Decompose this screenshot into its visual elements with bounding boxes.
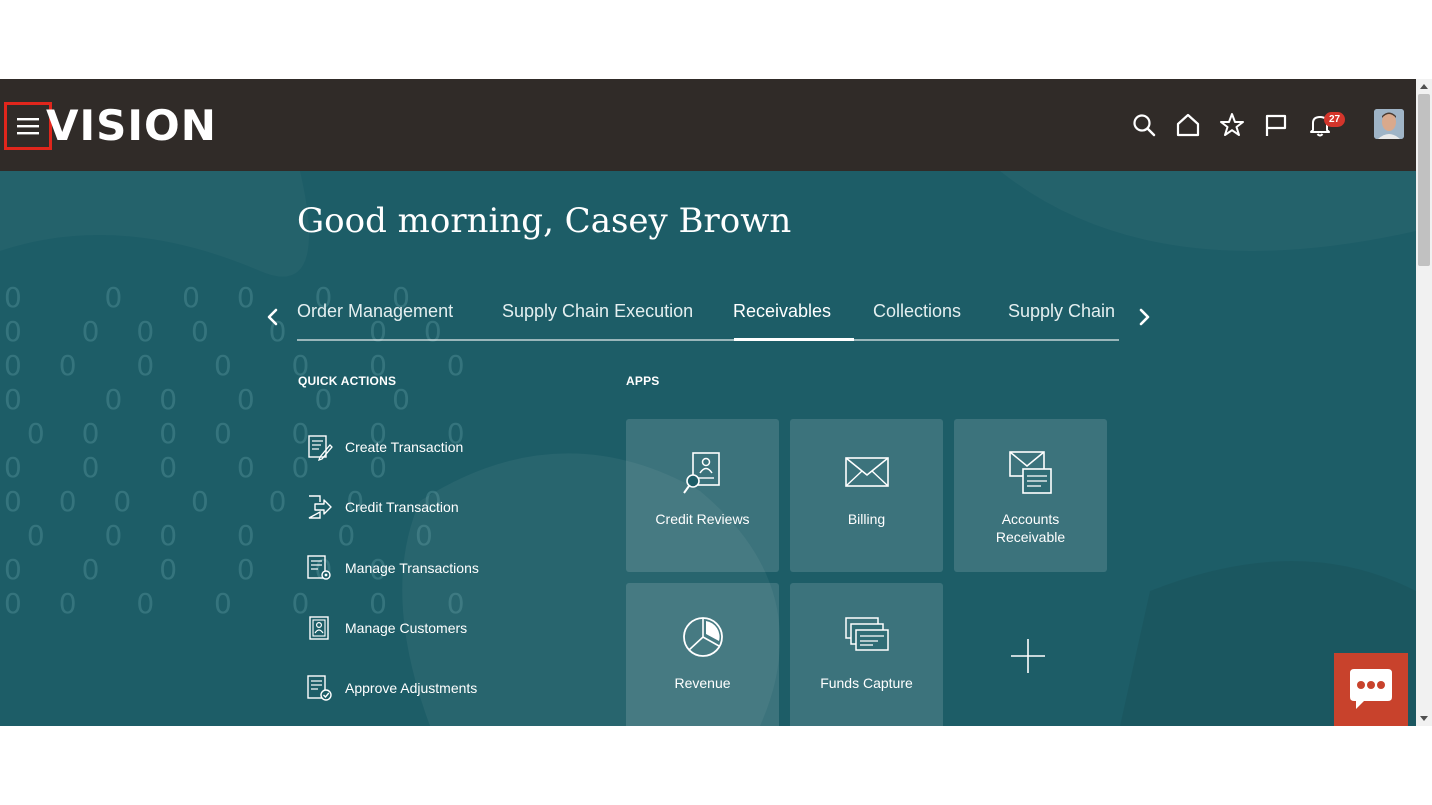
app-tile-revenue[interactable]: Revenue — [626, 583, 779, 726]
home-icon[interactable] — [1175, 112, 1201, 138]
chevron-left-icon[interactable] — [265, 306, 281, 328]
app-tile-label: Credit Reviews — [655, 511, 750, 527]
avatar-image — [1374, 109, 1404, 139]
app-tile-label: Billing — [847, 511, 886, 527]
quick-action-credit-transaction[interactable]: Credit Transaction — [305, 490, 459, 524]
group-tabs: Order Management Supply Chain Execution … — [297, 291, 1119, 341]
credit-reviews-icon — [682, 452, 720, 494]
approve-adjustments-icon — [307, 675, 332, 701]
hamburger-icon — [17, 118, 39, 135]
create-transaction-icon — [308, 435, 333, 461]
app-tile-funds-capture[interactable]: Funds Capture — [790, 583, 943, 726]
quick-action-label: Create Transaction — [345, 439, 464, 455]
app-tile-billing[interactable]: Billing — [790, 419, 943, 572]
accounts-receivable-icon — [1008, 451, 1052, 494]
notification-count-badge: 27 — [1324, 112, 1346, 127]
app-tile-accounts-receivable[interactable]: Accounts Receivable — [954, 419, 1107, 572]
chevron-right-icon[interactable] — [1136, 306, 1152, 328]
search-icon[interactable] — [1131, 112, 1157, 138]
quick-action-manage-transactions[interactable]: Manage Transactions — [305, 551, 479, 585]
quick-action-label: Credit Transaction — [345, 499, 459, 515]
star-icon[interactable] — [1219, 112, 1245, 138]
manage-customers-icon — [309, 616, 329, 640]
app-window: VISION 27 0 0 0 0 0 0 0 0 0 0 0 0 0 0 0 … — [0, 79, 1416, 726]
scrollbar-thumb[interactable] — [1418, 94, 1430, 266]
chat-bubble-icon — [1350, 669, 1392, 709]
quick-action-manage-customers[interactable]: Manage Customers — [305, 611, 467, 645]
vision-logo[interactable]: VISION — [46, 104, 217, 148]
flag-icon[interactable] — [1263, 112, 1289, 138]
springboard-panel: 0 0 0 0 0 0 0 0 0 0 0 0 0 0 0 0 0 0 0 0 … — [0, 171, 1416, 726]
funds-capture-icon — [844, 617, 889, 651]
apps-heading: APPS — [626, 374, 660, 388]
envelope-icon — [844, 457, 889, 487]
credit-transaction-icon — [308, 495, 332, 519]
app-tile-label: Funds Capture — [820, 675, 913, 691]
manage-transactions-icon — [307, 555, 331, 580]
greeting-heading: Good morning, Casey Brown — [297, 201, 792, 241]
tab-supply-chain-execution[interactable]: Supply Chain Execution — [502, 301, 693, 322]
tab-receivables[interactable]: Receivables — [733, 301, 831, 322]
quick-action-create-transaction[interactable]: Create Transaction — [305, 430, 463, 464]
global-header: VISION 27 — [0, 79, 1416, 171]
quick-action-label: Manage Transactions — [345, 560, 479, 576]
app-tile-label: Revenue — [674, 675, 731, 691]
app-tile-credit-reviews[interactable]: Credit Reviews — [626, 419, 779, 572]
pie-chart-icon — [682, 617, 723, 657]
chat-assistant-button[interactable] — [1334, 653, 1408, 726]
app-tile-label-line1: Accounts — [1001, 511, 1060, 527]
scroll-up-arrow-icon[interactable] — [1419, 82, 1429, 90]
quick-action-approve-adjustments[interactable]: Approve Adjustments — [305, 671, 477, 705]
tab-supply-chain-financials[interactable]: Supply Chain F — [1008, 301, 1119, 322]
quick-action-label: Approve Adjustments — [345, 680, 478, 696]
tab-order-management[interactable]: Order Management — [297, 301, 453, 322]
app-tile-label-line2: Receivable — [995, 529, 1066, 545]
scroll-down-arrow-icon[interactable] — [1419, 715, 1429, 723]
quick-action-label: Manage Customers — [345, 620, 468, 636]
quick-actions-heading: QUICK ACTIONS — [298, 374, 397, 388]
user-avatar[interactable] — [1374, 109, 1404, 139]
tab-collections[interactable]: Collections — [873, 301, 961, 322]
active-tab-indicator — [734, 338, 854, 341]
tabs-divider — [297, 339, 1119, 341]
navigator-menu-button[interactable] — [4, 102, 52, 150]
vertical-scrollbar[interactable] — [1416, 79, 1432, 726]
add-app-plus-icon[interactable] — [1010, 638, 1046, 674]
